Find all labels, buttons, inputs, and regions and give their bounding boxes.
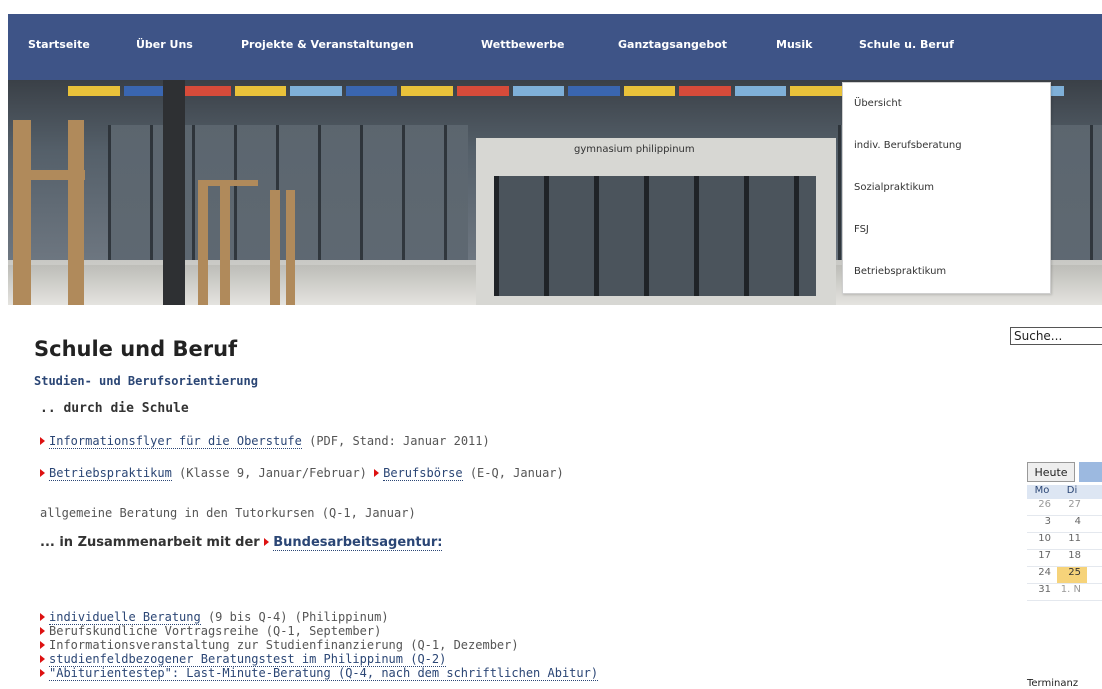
calendar-day[interactable]: 10 xyxy=(1027,533,1057,549)
dropdown-item-sozialpraktikum[interactable]: Sozialpraktikum xyxy=(854,182,934,193)
link-beratungstest[interactable]: studienfeldbezogener Beratungstest im Ph… xyxy=(49,652,447,667)
content-line-praktikum: Betriebspraktikum (Klasse 9, Januar/Febr… xyxy=(40,466,564,481)
link-bundesarbeitsagentur[interactable]: Bundesarbeitsagentur: xyxy=(273,535,443,551)
calendar-week-row: 17 18 xyxy=(1027,550,1102,567)
section-heading-bundesarbeitsagentur: ... in Zusammenarbeit mit der Bundesarbe… xyxy=(40,535,443,551)
nav-ueber-uns[interactable]: Über Uns xyxy=(136,38,193,51)
content-line-flyer: Informationsflyer für die Oberstufe (PDF… xyxy=(40,434,490,449)
link-individuelle-beratung[interactable]: individuelle Beratung xyxy=(49,610,201,625)
list-item: individuelle Beratung (9 bis Q-4) (Phili… xyxy=(40,610,598,625)
tree-post xyxy=(286,190,295,305)
calendar-day[interactable]: 3 xyxy=(1027,516,1057,532)
main-navigation: Startseite Über Uns Projekte & Veranstal… xyxy=(8,14,1102,80)
tree-post xyxy=(13,120,31,305)
nav-ganztagsangebot[interactable]: Ganztagsangebot xyxy=(618,38,727,51)
calendar-week-row: 24 25 xyxy=(1027,567,1102,584)
calendar-day-today[interactable]: 25 xyxy=(1057,567,1087,583)
line-text: (PDF, Stand: Januar 2011) xyxy=(301,434,490,448)
tree-post-crossbar xyxy=(198,180,258,186)
calendar-week-row: 3 4 xyxy=(1027,516,1102,533)
calendar-week-row: 10 11 xyxy=(1027,533,1102,550)
calendar-day[interactable]: 24 xyxy=(1027,567,1057,583)
page-subtitle: Studien- und Berufsorientierung xyxy=(34,374,258,388)
pillar xyxy=(163,80,185,305)
calendar-day[interactable]: 11 xyxy=(1057,533,1087,549)
dropdown-item-uebersicht[interactable]: Übersicht xyxy=(854,98,902,109)
link-informationsflyer[interactable]: Informationsflyer für die Oberstufe xyxy=(49,434,302,449)
schule-beruf-dropdown-menu: Übersicht indiv. Berufsberatung Sozialpr… xyxy=(842,82,1051,294)
dropdown-item-betriebspraktikum[interactable]: Betriebspraktikum xyxy=(854,266,946,277)
calendar-weekday-header: Mo Di xyxy=(1027,485,1102,499)
search-input[interactable] xyxy=(1010,327,1102,345)
page-title: Schule und Beruf xyxy=(34,337,238,361)
top-strip xyxy=(0,0,1102,14)
calendar-widget: Heute Mo Di 26 27 3 4 10 11 17 18 24 25 … xyxy=(1024,460,1102,689)
weekday-label: Mo xyxy=(1034,485,1050,496)
calendar-week-row: 31 1. N xyxy=(1027,584,1102,601)
link-betriebspraktikum[interactable]: Betriebspraktikum xyxy=(49,466,172,481)
calendar-grid: Mo Di 26 27 3 4 10 11 17 18 24 25 31 1. … xyxy=(1027,485,1102,601)
red-arrow-icon xyxy=(40,613,45,621)
school-entrance: gymnasium philippinum xyxy=(476,138,836,305)
calendar-day[interactable]: 31 xyxy=(1027,584,1057,600)
nav-schule-beruf[interactable]: Schule u. Beruf xyxy=(859,38,954,51)
calendar-day[interactable]: 27 xyxy=(1057,499,1087,515)
nav-wettbewerbe[interactable]: Wettbewerbe xyxy=(481,38,564,51)
red-arrow-icon xyxy=(40,655,45,663)
tree-post xyxy=(68,120,84,305)
red-arrow-icon xyxy=(40,641,45,649)
link-abiturientestep[interactable]: "Abiturientestep": Last-Minute-Beratung … xyxy=(49,666,599,681)
calendar-day[interactable]: 1. N xyxy=(1057,584,1087,600)
line-text: (E-Q, Januar) xyxy=(462,466,564,480)
tree-post xyxy=(270,190,280,305)
red-arrow-icon xyxy=(40,437,45,445)
red-arrow-icon xyxy=(40,469,45,477)
red-arrow-icon xyxy=(40,669,45,677)
list-item: "Abiturientestep": Last-Minute-Beratung … xyxy=(40,666,599,681)
list-item-text: (9 bis Q-4) (Philippinum) xyxy=(200,610,389,624)
today-button[interactable]: Heute xyxy=(1027,462,1075,482)
heading-text: ... in Zusammenarbeit mit der xyxy=(40,535,265,550)
calendar-month-tab[interactable] xyxy=(1079,462,1102,482)
tree-post-crossbar xyxy=(13,170,85,180)
calendar-day[interactable]: 4 xyxy=(1057,516,1087,532)
calendar-day[interactable]: 17 xyxy=(1027,550,1057,566)
content-line-beratung: allgemeine Beratung in den Tutorkursen (… xyxy=(40,506,416,520)
nav-projekte-veranstaltungen[interactable]: Projekte & Veranstaltungen xyxy=(241,38,414,51)
calendar-week-row: 26 27 xyxy=(1027,499,1102,516)
calendar-day[interactable]: 26 xyxy=(1027,499,1057,515)
line-text: (Klasse 9, Januar/Februar) xyxy=(171,466,375,480)
nav-musik[interactable]: Musik xyxy=(776,38,812,51)
dropdown-item-fsj[interactable]: FSJ xyxy=(854,224,869,235)
list-item-text: Informationsveranstaltung zur Studienfin… xyxy=(49,638,519,652)
agency-services-list: individuelle Beratung (9 bis Q-4) (Phili… xyxy=(40,610,599,681)
entrance-doors xyxy=(494,176,816,296)
entrance-sign: gymnasium philippinum xyxy=(574,144,695,155)
red-arrow-icon xyxy=(374,469,380,477)
link-berufsboerse[interactable]: Berufsbörse xyxy=(383,466,463,481)
section-subhead: .. durch die Schule xyxy=(40,401,189,416)
tree-post xyxy=(198,180,208,305)
list-item: studienfeldbezogener Beratungstest im Ph… xyxy=(40,652,598,667)
list-item: Berufskundliche Vortragsreihe (Q-1, Sept… xyxy=(40,624,598,638)
tree-post xyxy=(220,180,230,305)
list-item: Informationsveranstaltung zur Studienfin… xyxy=(40,638,598,652)
weekday-label: Di xyxy=(1066,485,1078,496)
dropdown-item-indiv-berufsberatung[interactable]: indiv. Berufsberatung xyxy=(854,140,962,151)
red-arrow-icon xyxy=(40,627,45,635)
calendar-day[interactable]: 18 xyxy=(1057,550,1087,566)
nav-startseite[interactable]: Startseite xyxy=(28,38,90,51)
red-arrow-icon xyxy=(264,538,270,546)
list-item-text: Berufskundliche Vortragsreihe (Q-1, Sept… xyxy=(49,624,382,638)
terminanzeige-label: Terminanz xyxy=(1027,678,1079,689)
